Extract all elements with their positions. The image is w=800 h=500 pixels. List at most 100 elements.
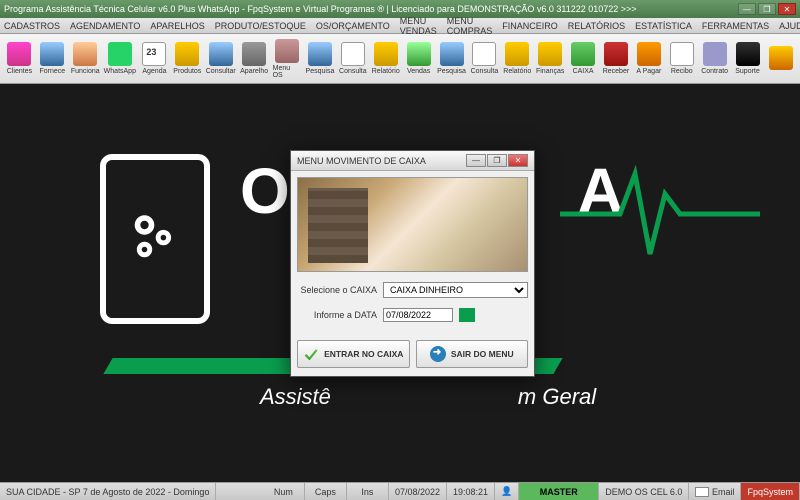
data-label: Informe a DATA xyxy=(297,310,377,320)
contrato-icon xyxy=(703,42,727,66)
status-location: SUA CIDADE - SP 7 de Agosto de 2022 - Do… xyxy=(0,483,216,500)
data-row: Informe a DATA xyxy=(297,308,528,322)
pesquisa-icon xyxy=(440,42,464,66)
menu-compras[interactable]: MENU COMPRAS xyxy=(447,16,493,36)
pulse-icon xyxy=(560,154,760,274)
relatorio-icon xyxy=(505,42,529,66)
agenda-icon xyxy=(142,42,166,66)
toolbar-agenda-button[interactable]: Agenda xyxy=(139,36,170,82)
menu-cadastros[interactable]: CADASTROS xyxy=(4,21,60,31)
toolbar-relatorio-button[interactable]: Relatório xyxy=(502,36,533,82)
menu-os-orcamento[interactable]: OS/ORÇAMENTO xyxy=(316,21,390,31)
toolbar-fornece-button[interactable]: Fornece xyxy=(37,36,68,82)
caixa-dialog: MENU MOVIMENTO DE CAIXA — ❐ ✕ Selecione … xyxy=(290,150,535,377)
apagar-icon xyxy=(637,42,661,66)
toolbar-exit-button[interactable] xyxy=(765,36,796,82)
menu-aparelhos[interactable]: APARELHOS xyxy=(150,21,204,31)
brand-tagline: Assistê m Geral xyxy=(260,384,596,410)
menu-bar: CADASTROS AGENDAMENTO APARELHOS PRODUTO/… xyxy=(0,18,800,34)
exit-icon xyxy=(430,346,446,362)
window-controls: — ❐ ✕ xyxy=(738,3,796,15)
toolbar-whats-button[interactable]: WhatsApp xyxy=(103,36,137,82)
relatorio-icon xyxy=(374,42,398,66)
menu-ajuda[interactable]: AJUDA xyxy=(779,21,800,31)
dialog-close-button[interactable]: ✕ xyxy=(508,154,528,167)
status-master: MASTER xyxy=(519,483,599,500)
dialog-titlebar[interactable]: MENU MOVIMENTO DE CAIXA — ❐ ✕ xyxy=(291,151,534,171)
toolbar-pesquisa-button[interactable]: Pesquisa xyxy=(305,36,336,82)
caixa-row: Selecione o CAIXA CAIXA DINHEIRO xyxy=(297,282,528,298)
window-title: Programa Assistência Técnica Celular v6.… xyxy=(4,4,637,14)
status-ins: Ins xyxy=(347,483,389,500)
menu-agendamento[interactable]: AGENDAMENTO xyxy=(70,21,140,31)
status-num: Num xyxy=(263,483,305,500)
toolbar-menuos-button[interactable]: Menu OS xyxy=(272,36,303,82)
dialog-buttons: ENTRAR NO CAIXA SAIR DO MENU xyxy=(297,336,528,370)
fornece-icon xyxy=(40,42,64,66)
toolbar-caixa-button[interactable]: CAIXA xyxy=(568,36,599,82)
menu-estatistica[interactable]: ESTATÍSTICA xyxy=(635,21,692,31)
vendas-icon xyxy=(407,42,431,66)
menu-financeiro[interactable]: FINANCEIRO xyxy=(502,21,558,31)
status-bar: SUA CIDADE - SP 7 de Agosto de 2022 - Do… xyxy=(0,482,800,500)
consulta-icon xyxy=(472,42,496,66)
recibo-icon xyxy=(670,42,694,66)
toolbar-aparelho-button[interactable]: Aparelho xyxy=(239,36,270,82)
toolbar-relatorio-button[interactable]: Relatório xyxy=(370,36,401,82)
whats-icon xyxy=(108,42,132,66)
suporte-icon xyxy=(736,42,760,66)
close-button[interactable]: ✕ xyxy=(778,3,796,15)
dialog-title: MENU MOVIMENTO DE CAIXA xyxy=(297,156,426,166)
data-input[interactable] xyxy=(383,308,453,322)
toolbar-produtos-button[interactable]: Produtos xyxy=(172,36,203,82)
status-demo: DEMO OS CEL 6.0 xyxy=(599,483,689,500)
dialog-minimize-button[interactable]: — xyxy=(466,154,486,167)
toolbar-financas-button[interactable]: Finanças xyxy=(535,36,566,82)
toolbar-recibo-button[interactable]: Recibo xyxy=(666,36,697,82)
toolbar-suporte-button[interactable]: Suporte xyxy=(732,36,763,82)
status-date: 07/08/2022 xyxy=(389,483,447,500)
menu-ferramentas[interactable]: FERRAMENTAS xyxy=(702,21,769,31)
clientes-icon xyxy=(7,42,31,66)
receber-icon xyxy=(604,42,628,66)
toolbar-pesquisa-button[interactable]: Pesquisa xyxy=(436,36,467,82)
calendar-icon[interactable] xyxy=(459,308,475,322)
minimize-button[interactable]: — xyxy=(738,3,756,15)
caixa-select[interactable]: CAIXA DINHEIRO xyxy=(383,282,528,298)
toolbar-contrato-button[interactable]: Contrato xyxy=(699,36,730,82)
dialog-maximize-button[interactable]: ❐ xyxy=(487,154,507,167)
sair-menu-button[interactable]: SAIR DO MENU xyxy=(416,340,529,368)
gears-icon xyxy=(120,204,190,274)
toolbar-receber-button[interactable]: Receber xyxy=(601,36,632,82)
mail-icon xyxy=(695,487,709,497)
status-fpqsystem[interactable]: FpqSystem xyxy=(741,483,800,500)
entrar-caixa-button[interactable]: ENTRAR NO CAIXA xyxy=(297,340,410,368)
toolbar-apagar-button[interactable]: A Pagar xyxy=(633,36,664,82)
dialog-banner-image xyxy=(297,177,528,272)
financas-icon xyxy=(538,42,562,66)
aparelho-icon xyxy=(242,42,266,66)
menu-relatorios[interactable]: RELATÓRIOS xyxy=(568,21,625,31)
toolbar-consultar-button[interactable]: Consultar xyxy=(205,36,237,82)
toolbar-consulta-button[interactable]: Consulta xyxy=(469,36,500,82)
check-icon xyxy=(303,346,319,362)
toolbar-clientes-button[interactable]: Clientes xyxy=(4,36,35,82)
consultar-icon xyxy=(209,42,233,66)
status-user-icon: 👤 xyxy=(495,483,519,500)
toolbar-consulta-button[interactable]: Consulta xyxy=(337,36,368,82)
status-email[interactable]: Email xyxy=(689,483,741,500)
exit-door-icon xyxy=(769,46,793,70)
toolbar-funciona-button[interactable]: Funciona xyxy=(70,36,101,82)
produtos-icon xyxy=(175,42,199,66)
consulta-icon xyxy=(341,42,365,66)
maximize-button[interactable]: ❐ xyxy=(758,3,776,15)
toolbar: ClientesForneceFuncionaWhatsAppAgendaPro… xyxy=(0,34,800,84)
pesquisa-icon xyxy=(308,42,332,66)
menu-produto-estoque[interactable]: PRODUTO/ESTOQUE xyxy=(215,21,306,31)
caixa-label: Selecione o CAIXA xyxy=(297,285,377,295)
toolbar-vendas-button[interactable]: Vendas xyxy=(403,36,434,82)
status-time: 19:08:21 xyxy=(447,483,495,500)
menu-vendas[interactable]: MENU VENDAS xyxy=(400,16,437,36)
status-caps: Caps xyxy=(305,483,347,500)
menuos-icon xyxy=(275,39,299,63)
